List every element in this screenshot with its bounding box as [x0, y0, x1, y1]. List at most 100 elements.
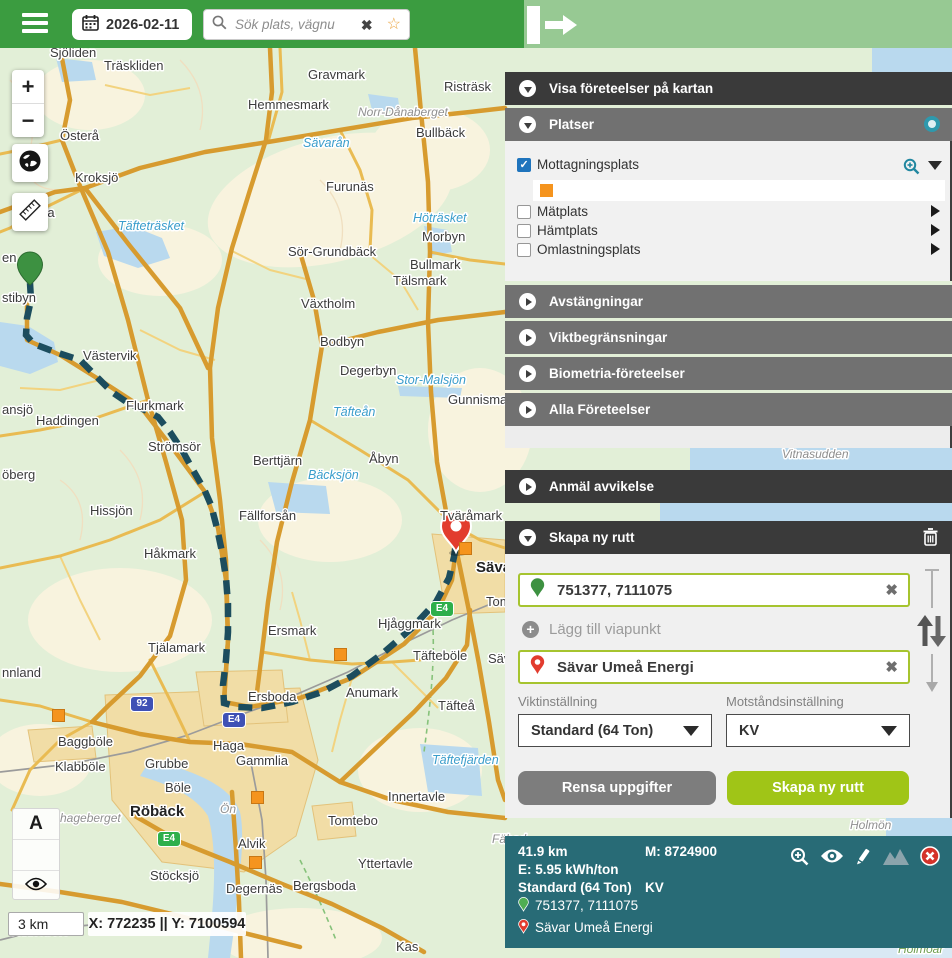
collapse-panel-control[interactable]: [527, 6, 579, 44]
map-label: Alvik: [238, 836, 266, 851]
eye-icon: [25, 877, 47, 896]
section-title: Alla Företeelser: [549, 402, 650, 417]
section-header-visa-foreteelser[interactable]: Visa företeelser på kartan: [505, 72, 952, 105]
toggle-route-visibility-icon[interactable]: [820, 848, 844, 864]
add-viapoint-label: Lägg till viapunkt: [549, 621, 661, 638]
section-header-anmal-avvikelse[interactable]: Anmäl avvikelse: [505, 470, 952, 503]
map-label: Bergsboda: [293, 878, 357, 893]
resistance-setting-label: Motståndsinställning: [726, 694, 844, 709]
search-input[interactable]: [233, 16, 355, 33]
weight-setting-select[interactable]: Standard (64 Ton): [518, 714, 712, 747]
menu-icon[interactable]: [22, 13, 48, 35]
checkbox-hamtplats[interactable]: [517, 224, 531, 238]
map-label: Sävarån: [303, 136, 350, 150]
zoom-controls: + −: [12, 70, 44, 137]
weight-setting-value: Standard (64 Ton): [531, 723, 653, 739]
collapse-layer-arrow-icon[interactable]: [928, 161, 942, 170]
route-distance: 41.9 km: [518, 844, 568, 859]
checkbox-omlastningsplats[interactable]: [517, 243, 531, 257]
map-label: öberg: [2, 467, 35, 482]
layer-row-mottagningsplats: Mottagningsplats: [517, 157, 639, 172]
layer-label: Omlastningsplats: [537, 242, 641, 257]
edit-route-icon[interactable]: [855, 848, 872, 865]
swap-route-points-icon[interactable]: [914, 613, 948, 654]
chevron-right-circle-icon: [519, 478, 536, 495]
expand-layer-arrow-icon[interactable]: [931, 205, 940, 217]
section-header-biometria[interactable]: Biometria-företeelser: [505, 357, 952, 390]
route-end-input[interactable]: [555, 658, 875, 677]
add-viapoint-button[interactable]: + Lägg till viapunkt: [522, 621, 661, 638]
map-label: Träskliden: [104, 58, 163, 73]
zoom-in-button[interactable]: +: [12, 70, 44, 103]
accordion-footer-strip: [505, 426, 952, 448]
section-title: Avstängningar: [549, 294, 643, 309]
map-label: Åbyn: [369, 451, 399, 466]
section-header-alla-foreteelser[interactable]: Alla Företeelser: [505, 393, 952, 426]
clear-route-button[interactable]: Rensa uppgifter: [518, 771, 716, 805]
map-label: Stor-Malsjön: [396, 373, 466, 387]
map-label: Norr-Dånaberget: [358, 105, 448, 119]
remove-route-icon[interactable]: [920, 846, 940, 866]
section-header-platser[interactable]: Platser: [505, 108, 952, 141]
map-label: Kas: [396, 939, 419, 954]
map-label: Täfteå: [438, 698, 476, 713]
section-header-viktbegransningar[interactable]: Viktbegränsningar: [505, 321, 952, 354]
delete-route-icon[interactable]: [923, 528, 938, 549]
date-picker[interactable]: 2026-02-11: [72, 9, 192, 40]
map-label: stibyn: [2, 290, 36, 305]
section-header-avstangningar[interactable]: Avstängningar: [505, 285, 952, 318]
zoom-to-route-icon[interactable]: [790, 847, 809, 866]
font-size-label: A: [29, 813, 43, 835]
create-route-button[interactable]: Skapa ny rutt: [727, 771, 909, 805]
section-title: Skapa ny rutt: [549, 530, 635, 545]
map-label: Furunäs: [326, 179, 374, 194]
chevron-right-circle-icon: [519, 329, 536, 346]
map-label: Bullmark: [410, 257, 461, 272]
map-label: Österå: [60, 128, 100, 143]
top-bar: 2026-02-11 ✖ ☆: [0, 0, 952, 48]
map-label: Täfteträsket: [118, 219, 185, 233]
map-label: Berttjärn: [253, 453, 302, 468]
elevation-profile-icon[interactable]: [883, 848, 909, 865]
map-label: Höträsket: [413, 211, 467, 225]
visibility-button[interactable]: [13, 871, 59, 901]
favorite-star-icon[interactable]: ☆: [387, 17, 401, 33]
route-info-panel: 41.9 km M: 8724900 E: 5.95 kWh/ton Stand…: [505, 836, 952, 948]
section-title: Biometria-företeelser: [549, 366, 685, 381]
route-end-field: ✖: [518, 650, 910, 684]
zoom-out-button[interactable]: −: [12, 103, 44, 137]
section-header-skapa-ny-rutt[interactable]: Skapa ny rutt: [505, 521, 952, 554]
section-title: Viktbegränsningar: [549, 330, 667, 345]
zoom-to-layer-icon[interactable]: [903, 158, 920, 180]
resistance-setting-select[interactable]: KV: [726, 714, 910, 747]
map-label: Täftefjärden: [432, 753, 499, 767]
map-coordinates: X: 772235 || Y: 7100594: [88, 912, 246, 936]
map-label: ansjö: [2, 402, 33, 417]
clear-start-icon[interactable]: ✖: [885, 581, 898, 599]
map-label: Flurkmark: [126, 398, 184, 413]
measure-button[interactable]: [12, 193, 48, 231]
map-label: Ön: [220, 802, 236, 816]
map-label: Baggböle: [58, 734, 113, 749]
map-label: Hjåggmark: [378, 616, 441, 631]
legend-field: [533, 180, 945, 201]
font-size-button[interactable]: A: [13, 809, 59, 840]
blank-toggle-button[interactable]: [13, 840, 59, 871]
route-start-input[interactable]: [555, 581, 875, 600]
chevron-down-icon: [881, 726, 897, 736]
search-field: ✖ ☆: [203, 9, 410, 40]
map-label: Ersmark: [268, 623, 317, 638]
expand-layer-arrow-icon[interactable]: [931, 224, 940, 236]
clear-end-icon[interactable]: ✖: [885, 658, 898, 676]
checkbox-mottagningsplats[interactable]: [517, 158, 531, 172]
expand-layer-arrow-icon[interactable]: [931, 243, 940, 255]
checkbox-matplats[interactable]: [517, 205, 531, 219]
route-info-start: 751377, 7111075: [535, 898, 638, 913]
basemap-globe-button[interactable]: [12, 144, 48, 182]
map-label: Fällforsån: [239, 508, 296, 523]
clear-search-icon[interactable]: ✖: [361, 18, 373, 32]
map-label: Håkmark: [144, 546, 197, 561]
map-label: Täfteböle: [413, 648, 467, 663]
map-label: Haga: [213, 738, 245, 753]
chevron-right-circle-icon: [519, 365, 536, 382]
